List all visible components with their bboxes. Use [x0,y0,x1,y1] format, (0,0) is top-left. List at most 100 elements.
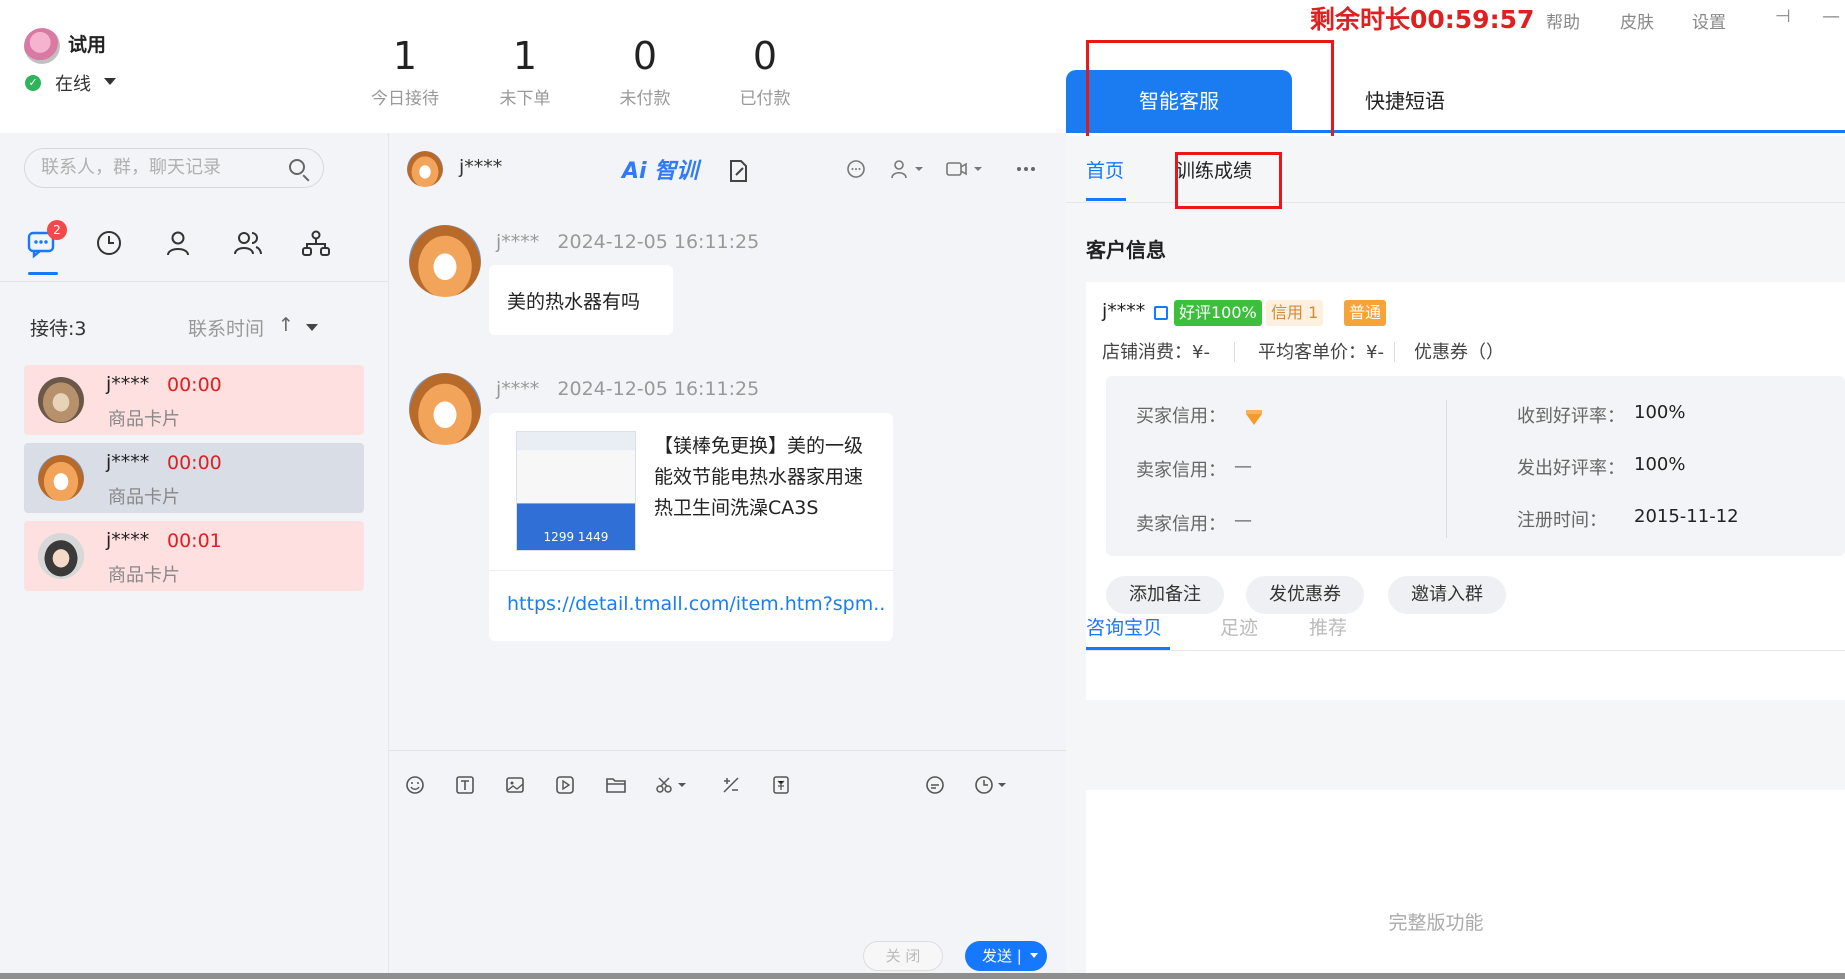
close-button[interactable]: 关 闭 [863,941,943,971]
nav-contacts[interactable] [163,228,199,264]
diamond-icon [1246,410,1262,425]
search-input[interactable] [41,157,281,178]
seller-credit-label: 卖家信用： [1136,514,1226,535]
search-box[interactable] [24,148,324,188]
highlight-box [1175,152,1282,209]
product-card[interactable]: 1299 1449 【镁棒免更换】美的一级能效节能电热水器家用速热卫生间洗澡CA… [489,413,893,641]
divider [1446,400,1447,538]
text-format-icon[interactable] [455,775,475,800]
contact-avatar [38,455,84,501]
message-meta: j**** 2024-12-05 16:11:25 [496,231,759,253]
nav-groups[interactable] [232,228,268,264]
subtab-home[interactable]: 首页 [1086,156,1124,183]
wait-time: 00:00 [167,374,222,396]
online-status-label[interactable]: 在线 [55,70,91,96]
contact-avatar[interactable] [407,151,443,187]
ai-training-logo[interactable]: Ai 智训 [622,153,698,185]
section-title: 客户信息 [1086,238,1166,262]
price-tag-icon[interactable] [771,775,791,800]
calculator-icon[interactable] [721,775,741,800]
stat-value: 1 [512,34,538,78]
sent-rating-value: 100% [1634,454,1686,475]
sender-name: j**** [496,231,540,253]
message-meta: j**** 2024-12-05 16:11:25 [496,378,759,400]
copy-icon[interactable] [1154,306,1168,320]
customer-info-card: j**** 好评100% 信用 1 普通 店铺消费：¥- 平均客单价：¥- 优惠… [1086,282,1845,700]
transfer-user-icon[interactable] [890,159,926,184]
rating-badge: 好评100% [1174,300,1262,326]
stat-unpaid: 0 未付款 [585,34,705,109]
nav-org[interactable] [301,228,337,264]
document-edit-icon[interactable] [727,159,749,188]
seller-credit-value: — [1234,510,1252,531]
status-dropdown-icon[interactable] [104,78,116,85]
message-time: 2024-12-05 16:11:25 [557,231,760,253]
sort-dropdown-icon[interactable] [306,324,318,331]
receiving-count: 接待:3 [30,318,87,340]
message-bubble[interactable]: 美的热水器有吗 [489,265,673,335]
scissors-icon[interactable] [655,775,691,800]
sender-avatar[interactable] [409,373,481,445]
history-icon[interactable] [974,775,1010,800]
wait-time: 00:01 [167,530,222,552]
contact-avatar [38,377,84,423]
stat-label: 已付款 [739,89,791,109]
active-subtab-indicator [1086,198,1126,201]
conversation-item[interactable]: j**** 00:00 商品卡片 [24,365,364,435]
window-bottom-edge [0,973,1845,979]
emoji-icon[interactable] [405,775,425,800]
sent-rating-label: 发出好评率： [1517,458,1625,479]
sort-label[interactable]: 联系时间 [188,314,264,341]
tab-recommend[interactable]: 推荐 [1309,613,1347,640]
add-note-button[interactable]: 添加备注 [1106,576,1224,614]
tab-consult-items[interactable]: 咨询宝贝 [1086,613,1162,640]
chat-contact-name: j**** [459,156,503,178]
divider [1234,342,1235,362]
coupon-info[interactable]: 优惠券（） [1414,338,1504,364]
assistant-panel: 智能客服 快捷短语 首页 训练成绩 客户信息 j**** 好评100% 信用 1… [1066,0,1845,979]
chat-header: j**** Ai 智训 [389,133,1067,203]
message-time: 2024-12-05 16:11:25 [557,378,760,400]
search-icon[interactable] [289,159,305,175]
sort-up-icon[interactable]: ↑ [278,314,294,336]
tab-footprint[interactable]: 足迹 [1220,613,1258,640]
product-link[interactable]: https://detail.tmall.com/item.htm?spm... [507,593,887,615]
contact-name: j**** [106,529,150,551]
invite-group-button[interactable]: 邀请入群 [1388,576,1506,614]
send-coupon-button[interactable]: 发优惠券 [1246,576,1364,614]
buyer-credit-label: 买家信用： [1136,406,1226,427]
comment-icon[interactable] [846,159,866,184]
more-icon[interactable] [1015,159,1037,184]
divider [1394,342,1395,362]
user-name: 试用 [68,34,107,56]
unread-badge: 2 [47,220,67,240]
received-rating-value: 100% [1634,402,1686,423]
folder-icon[interactable] [605,775,627,800]
highlight-box [1086,40,1334,143]
nav-recent[interactable] [94,228,130,264]
product-thumbnail[interactable]: 1299 1449 [516,431,636,551]
contact-avatar [38,533,84,579]
assistant-body: 首页 训练成绩 客户信息 j**** 好评100% 信用 1 普通 店铺消费：¥… [1066,136,1845,979]
video-call-icon[interactable] [945,159,985,184]
credit-details: 买家信用： 卖家信用： — 卖家信用： — 收到好评率： 100% 发出好评率：… [1106,376,1845,556]
credit-badge: 信用 1 [1266,300,1324,326]
send-options-icon[interactable] [1030,953,1038,958]
divider [389,750,1067,751]
average-price: 平均客单价：¥- [1258,342,1384,363]
quick-reply-icon[interactable] [925,775,945,800]
sender-avatar[interactable] [409,225,481,297]
conversation-item[interactable]: j**** 00:01 商品卡片 [24,521,364,591]
online-status-icon: ✓ [25,75,41,91]
customer-name: j**** [1102,300,1146,322]
image-icon[interactable] [505,775,525,800]
last-message: 商品卡片 [108,565,180,586]
send-button[interactable]: 发送 | [965,941,1047,971]
video-icon[interactable] [555,775,575,800]
conversation-item[interactable]: j**** 00:00 商品卡片 [24,443,364,513]
seller-credit-label: 卖家信用： [1136,460,1226,481]
wait-time: 00:00 [167,452,222,474]
user-avatar[interactable] [24,28,60,64]
stat-label: 未下单 [499,89,551,109]
nav-messages[interactable]: 2 [25,220,67,275]
